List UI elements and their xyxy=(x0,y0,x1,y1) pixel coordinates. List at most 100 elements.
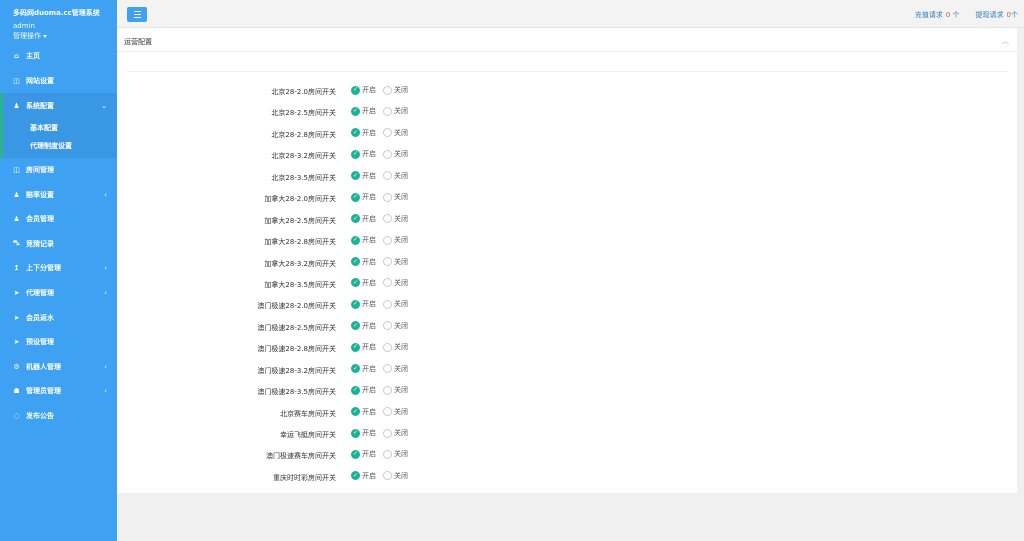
radio-off[interactable]: 关闭 xyxy=(383,342,408,352)
radio-on[interactable]: ✓开启 xyxy=(351,364,376,374)
sidebar-item[interactable]: ⚙ 机器人管理 ‹ xyxy=(0,355,117,380)
radio-off[interactable]: 关闭 xyxy=(383,106,408,116)
sidebar-item-label: 竞猜记录 xyxy=(26,239,54,248)
user-ops-dropdown[interactable]: 管理操作 xyxy=(13,31,117,41)
radio-on[interactable]: ✓开启 xyxy=(351,85,376,95)
radio-on[interactable]: ✓开启 xyxy=(351,214,376,224)
radio-off-label: 关闭 xyxy=(394,128,408,137)
sidebar-item[interactable]: ⌂ 主页 xyxy=(0,44,117,69)
sidebar-item[interactable]: ⛍ 竞猜记录 xyxy=(0,232,117,257)
switch-label: 澳门极速28-3.2房间开关 xyxy=(257,366,336,375)
radio-on[interactable]: ✓开启 xyxy=(351,321,376,331)
radio-off[interactable]: 关闭 xyxy=(383,471,408,481)
sidebar-item-label: 网站设置 xyxy=(26,76,54,85)
radio-on[interactable]: ✓开启 xyxy=(351,128,376,138)
radio-on[interactable]: ✓开启 xyxy=(351,385,376,395)
radio-off[interactable]: 关闭 xyxy=(383,278,408,288)
check-circle-icon: ✓ xyxy=(351,192,360,202)
switch-label: 北京赛车房间开关 xyxy=(280,409,336,418)
radio-on[interactable]: ✓开启 xyxy=(351,299,376,309)
switch-row: 澳门极速28-3.2房间开关 ✓ 开启 关闭 xyxy=(117,359,1017,380)
switch-label: 加拿大28-2.0房间开关 xyxy=(264,195,336,204)
radio-on[interactable]: ✓开启 xyxy=(351,407,376,417)
recharge-unit: 个 xyxy=(952,11,960,19)
radio-on[interactable]: ✓开启 xyxy=(351,235,376,245)
sidebar-item[interactable]: ◌ 发布公告 xyxy=(0,404,117,429)
sidebar-item[interactable]: ☗ 管理员管理 ‹ xyxy=(0,379,117,404)
radio-off[interactable]: 关闭 xyxy=(383,214,408,224)
check-circle-icon: ✓ xyxy=(351,342,360,352)
radio-on-label: 开启 xyxy=(362,128,376,137)
circle-icon xyxy=(383,428,392,438)
radio-off[interactable]: 关闭 xyxy=(383,257,408,267)
radio-on-label: 开启 xyxy=(362,86,376,94)
circle-icon xyxy=(383,342,392,352)
radio-off-label: 关闭 xyxy=(394,107,408,116)
footer-area xyxy=(117,493,1024,541)
radio-on-label: 开启 xyxy=(362,214,376,223)
sidebar-item[interactable]: ➤ 代理管理 ‹ xyxy=(0,281,117,306)
sidebar-item[interactable]: ♟ 赔率设置 ‹ xyxy=(0,182,117,207)
radio-off[interactable]: 关闭 xyxy=(383,171,408,181)
radio-off[interactable]: 关闭 xyxy=(383,449,408,459)
sidebar-item-label: 发布公告 xyxy=(26,412,54,421)
radio-on-label: 开启 xyxy=(362,450,376,459)
radio-off[interactable]: 关闭 xyxy=(383,385,408,395)
comment-icon: ◌ xyxy=(13,412,20,421)
sidebar-item[interactable]: ◫ 网站设置 xyxy=(0,69,117,94)
user-profile: admin 管理操作 xyxy=(0,18,117,41)
radio-on[interactable]: ✓开启 xyxy=(351,192,376,202)
radio-off[interactable]: 关闭 xyxy=(383,192,408,202)
radio-off[interactable]: 关闭 xyxy=(383,364,408,374)
radio-on[interactable]: ✓开启 xyxy=(351,342,376,352)
radio-on[interactable]: ✓开启 xyxy=(351,149,376,159)
radio-off[interactable]: 关闭 xyxy=(383,428,408,438)
sidebar-item-label: 管理员管理 xyxy=(26,387,61,396)
withdraw-requests-link[interactable]: 提现请求 0个 xyxy=(976,10,1018,20)
chevron-left-icon: ‹ xyxy=(104,387,107,396)
radio-off[interactable]: 关闭 xyxy=(383,85,408,95)
radio-off[interactable]: 关闭 xyxy=(383,299,408,309)
sidebar-item[interactable]: ➤ 会员返水 xyxy=(0,305,117,330)
radio-on[interactable]: ✓开启 xyxy=(351,171,376,181)
hamburger-icon xyxy=(133,16,141,18)
home-icon: ⌂ xyxy=(13,52,19,61)
sidebar-item-label: 赔率设置 xyxy=(26,190,54,199)
radio-on[interactable]: ✓开启 xyxy=(351,471,376,481)
radio-on[interactable]: ✓开启 xyxy=(351,257,376,267)
chevron-up-icon[interactable]: ︿ xyxy=(1002,36,1009,46)
sidebar-item[interactable]: ♟ 系统配置 ⌄ xyxy=(3,94,117,119)
circle-icon xyxy=(383,149,392,159)
sidebar-item[interactable]: ◫ 房间管理 xyxy=(0,158,117,183)
sidebar-item[interactable]: ♟ 会员管理 xyxy=(0,207,117,232)
radio-on[interactable]: ✓开启 xyxy=(351,278,376,288)
check-circle-icon: ✓ xyxy=(351,257,360,266)
radio-off[interactable]: 关闭 xyxy=(383,407,408,417)
radio-off[interactable]: 关闭 xyxy=(383,235,408,245)
radio-off[interactable]: 关闭 xyxy=(383,128,408,138)
radio-off[interactable]: 关闭 xyxy=(383,321,408,331)
sidebar-group-system-config: ♟ 系统配置 ⌄ 基本配置 代理制度设置 xyxy=(0,93,117,158)
recharge-requests-link[interactable]: 充值请求 0 个 xyxy=(915,10,960,20)
radio-on[interactable]: ✓开启 xyxy=(351,428,376,438)
switch-row: 加拿大28-2.8房间开关 ✓ 开启 关闭 xyxy=(117,230,1017,251)
switch-label: 北京28-2.0房间开关 xyxy=(271,88,336,96)
circle-icon xyxy=(383,106,392,116)
sidebar-subitem[interactable]: 基本配置 xyxy=(3,119,117,137)
radio-on[interactable]: ✓开启 xyxy=(351,449,376,459)
switch-row: 加拿大28-2.5房间开关 ✓ 开启 关闭 xyxy=(117,209,1017,230)
radio-on[interactable]: ✓开启 xyxy=(351,106,376,116)
send-icon: ➤ xyxy=(13,289,20,298)
switch-row: 澳门极速赛车房间开关 ✓ 开启 关闭 xyxy=(117,444,1017,465)
sidebar-item[interactable]: ➤ 预设管理 xyxy=(0,330,117,355)
radio-off[interactable]: 关闭 xyxy=(383,149,408,159)
hamburger-icon xyxy=(133,13,141,16)
sidebar-subitem[interactable]: 代理制度设置 xyxy=(3,137,117,155)
switch-row: 北京28-2.0房间开关 ✓ 开启 关闭 xyxy=(117,80,1017,101)
switch-row: 幸运飞艇房间开关 ✓ 开启 关闭 xyxy=(117,423,1017,444)
circle-icon xyxy=(383,235,392,245)
menu-toggle-button[interactable] xyxy=(127,7,147,22)
switch-label: 北京28-2.8房间开关 xyxy=(271,130,336,139)
radio-on-label: 开启 xyxy=(362,171,376,180)
sidebar-item[interactable]: ↥ 上下分管理 ‹ xyxy=(0,256,117,281)
